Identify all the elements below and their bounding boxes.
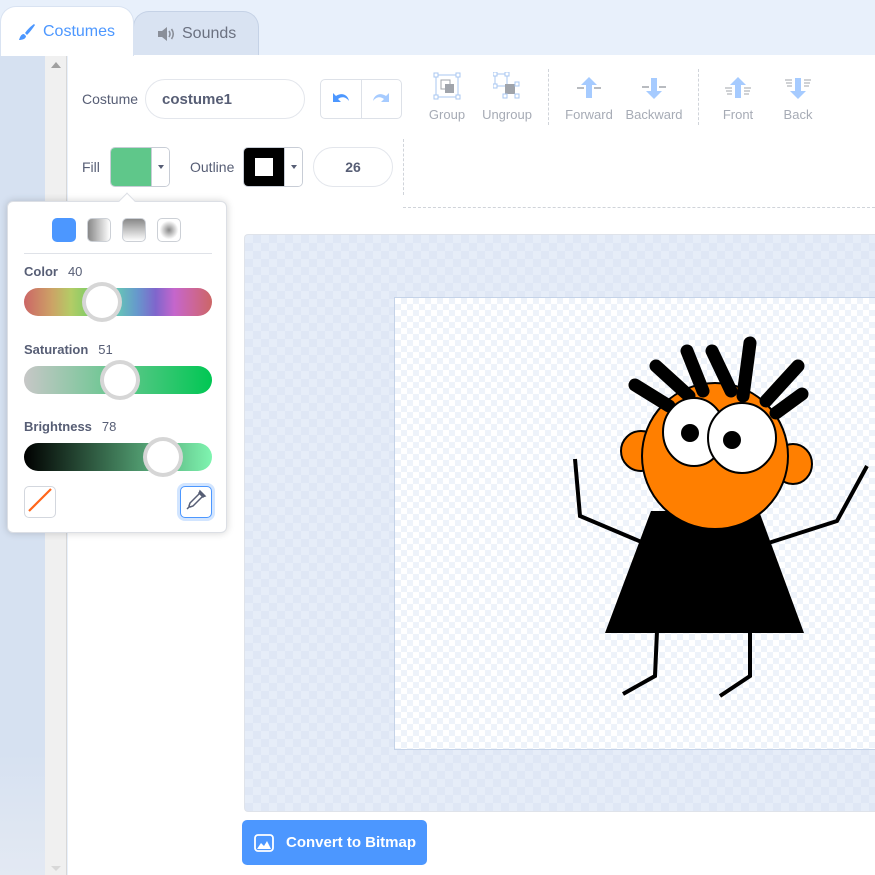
color-slider[interactable] [24, 282, 212, 322]
undo-redo-group [320, 79, 402, 119]
forward-icon [575, 76, 603, 103]
brightness-value: 78 [101, 419, 117, 434]
outline-width-input[interactable]: 26 [313, 147, 393, 187]
costume-artboard[interactable] [394, 297, 875, 750]
bitmap-icon [254, 833, 274, 852]
front-icon [724, 76, 752, 103]
color-label: Color [24, 264, 58, 279]
fill-dropdown[interactable] [151, 148, 169, 186]
tab-bar: Costumes Sounds [0, 0, 875, 56]
redo-icon [370, 89, 392, 110]
eyedropper-icon [185, 489, 207, 516]
caret-down-icon [157, 165, 164, 169]
backward-icon [640, 76, 668, 103]
costume-label: Costume [82, 91, 139, 107]
saturation-label: Saturation [24, 342, 89, 357]
forward-label: Forward [565, 107, 613, 122]
group-label: Group [428, 107, 466, 122]
saturation-value: 51 [98, 342, 113, 357]
undo-icon [330, 89, 352, 110]
front-label: Front [722, 107, 754, 122]
tab-costumes-label: Costumes [43, 22, 116, 40]
outline-dropdown[interactable] [284, 148, 302, 186]
fill-color-picker: Color 40 Saturation 51 Brightness 78 [7, 192, 227, 533]
back-icon [784, 76, 812, 103]
toolbar-divider [403, 139, 404, 195]
brightness-slider[interactable] [24, 437, 212, 477]
scroll-down-icon[interactable] [51, 866, 61, 871]
left-pupil [681, 424, 699, 442]
outline-color-button[interactable] [243, 147, 303, 187]
no-color-button[interactable] [24, 486, 56, 518]
right-pupil [723, 431, 741, 449]
ungroup-icon [492, 71, 521, 103]
right-eye [707, 402, 777, 474]
backward-button[interactable]: Backward [623, 75, 685, 122]
brightness-slider-label: Brightness 78 [24, 419, 116, 434]
gradient-radial-option[interactable] [157, 218, 181, 242]
front-button[interactable]: Front [708, 75, 768, 122]
gradient-horizontal-option[interactable] [87, 218, 111, 242]
fill-label: Fill [82, 159, 100, 175]
back-label: Back [783, 107, 813, 122]
saturation-slider[interactable] [24, 360, 212, 400]
brightness-label: Brightness [24, 419, 92, 434]
outline-color-swatch [244, 148, 284, 186]
toolbar-divider [548, 69, 549, 125]
outline-label: Outline [190, 159, 235, 175]
back-button[interactable]: Back [768, 75, 828, 122]
scroll-up-icon[interactable] [51, 62, 61, 68]
outline-inner-square [255, 158, 273, 176]
tab-sounds-label: Sounds [182, 24, 237, 42]
costume-character[interactable] [395, 298, 875, 750]
convert-to-bitmap-button[interactable]: Convert to Bitmap [242, 820, 427, 865]
ungroup-label: Ungroup [482, 107, 532, 122]
fill-color-button[interactable] [110, 147, 170, 187]
group-button[interactable]: Group [417, 72, 477, 122]
costume-name-input[interactable]: costume1 [145, 79, 305, 119]
redo-button[interactable] [362, 80, 402, 118]
color-slider-label: Color 40 [24, 264, 82, 279]
tab-sounds[interactable]: Sounds [133, 11, 259, 55]
left-arm [573, 458, 652, 548]
convert-to-bitmap-label: Convert to Bitmap [286, 834, 417, 851]
eyedropper-button[interactable] [180, 486, 212, 518]
toolbar-divider [698, 69, 699, 125]
ungroup-button[interactable]: Ungroup [477, 71, 537, 122]
backward-label: Backward [625, 107, 683, 122]
gradient-solid-option[interactable] [52, 218, 76, 242]
saturation-slider-handle[interactable] [99, 360, 140, 400]
right-leg [718, 631, 752, 698]
toolbar-bottom-divider [403, 207, 875, 208]
gradient-vertical-option[interactable] [122, 218, 146, 242]
gradient-type-selector [52, 218, 181, 242]
brush-icon [17, 22, 37, 42]
popover-divider [24, 253, 212, 254]
speaker-icon [156, 26, 176, 42]
tab-costumes[interactable]: Costumes [0, 6, 134, 56]
brightness-slider-handle[interactable] [142, 437, 183, 477]
forward-button[interactable]: Forward [559, 75, 619, 122]
undo-button[interactable] [321, 80, 362, 118]
no-color-icon [27, 487, 53, 518]
caret-down-icon [290, 165, 297, 169]
color-value: 40 [67, 264, 83, 279]
left-leg [622, 630, 659, 696]
fill-color-swatch [111, 148, 151, 186]
saturation-slider-label: Saturation 51 [24, 342, 113, 357]
group-icon [433, 72, 461, 103]
color-slider-handle[interactable] [82, 282, 122, 322]
dress [605, 511, 804, 633]
